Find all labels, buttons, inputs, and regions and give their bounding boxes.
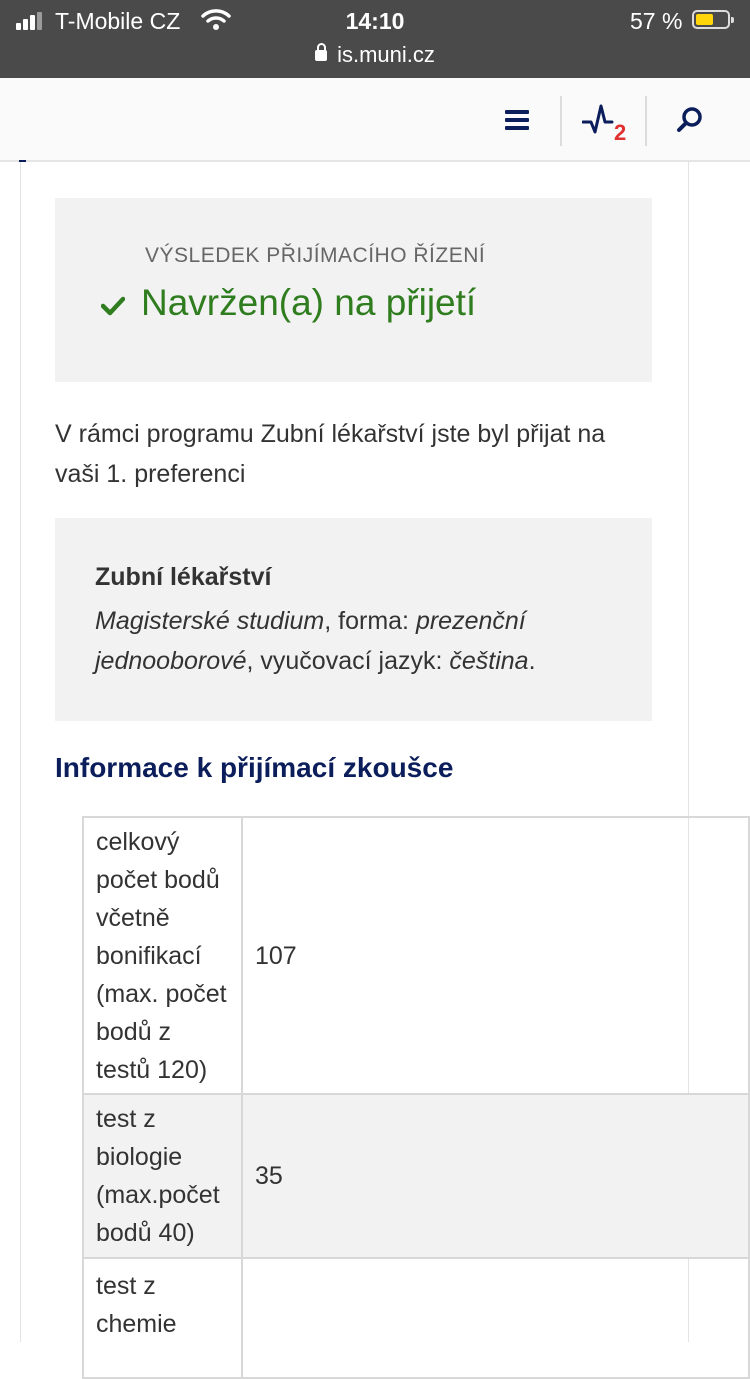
result-status: Navržen(a) na přijetí [141,282,477,323]
row-label: test z chemie [82,1257,243,1379]
activity-icon[interactable] [582,102,614,138]
program-description: Magisterské studium, forma: prezenční je… [95,601,615,681]
battery-icon [692,10,734,29]
search-icon[interactable] [676,106,704,134]
check-icon [101,296,125,316]
site-header: 2 [0,78,750,162]
table-row: test z chemie [82,1257,750,1379]
notification-badge[interactable]: 2 [614,120,626,146]
url-text: is.muni.cz [337,42,435,67]
language-label: , vyučovací jazyk: [246,647,450,675]
result-label: VÝSLEDEK PŘIJÍMACÍHO ŘÍZENÍ [145,244,486,267]
hamburger-menu-icon[interactable] [505,110,529,130]
form-label: , forma: [324,607,416,635]
address-bar[interactable]: is.muni.cz [0,42,750,68]
header-divider [645,96,647,146]
table-row: celkový počet bodů včetně bonifikací (ma… [82,816,750,1095]
row-value: 35 [240,1093,750,1259]
row-value [240,1257,750,1379]
battery-percentage: 57 % [630,8,683,34]
exam-results-table: celkový počet bodů včetně bonifikací (ma… [82,816,750,1379]
description-end: . [528,647,536,675]
header-divider [560,96,562,146]
table-row: test z biologie (max.počet bodů 40) 35 [82,1093,750,1259]
status-bar: T-Mobile CZ 14:10 57 % is.muni.cz [0,0,750,78]
section-heading: Informace k přijímací zkoušce [55,752,454,783]
study-type: Magisterské studium [95,607,325,635]
row-value: 107 [240,816,750,1095]
program-title: Zubní lékařství [95,563,272,591]
lock-icon [315,43,328,61]
row-label: test z biologie (max.počet bodů 40) [82,1093,243,1259]
intro-text: V rámci programu Zubní lékařství jste by… [55,420,606,488]
study-language: čeština [449,647,529,675]
row-label: celkový počet bodů včetně bonifikací (ma… [82,816,243,1095]
